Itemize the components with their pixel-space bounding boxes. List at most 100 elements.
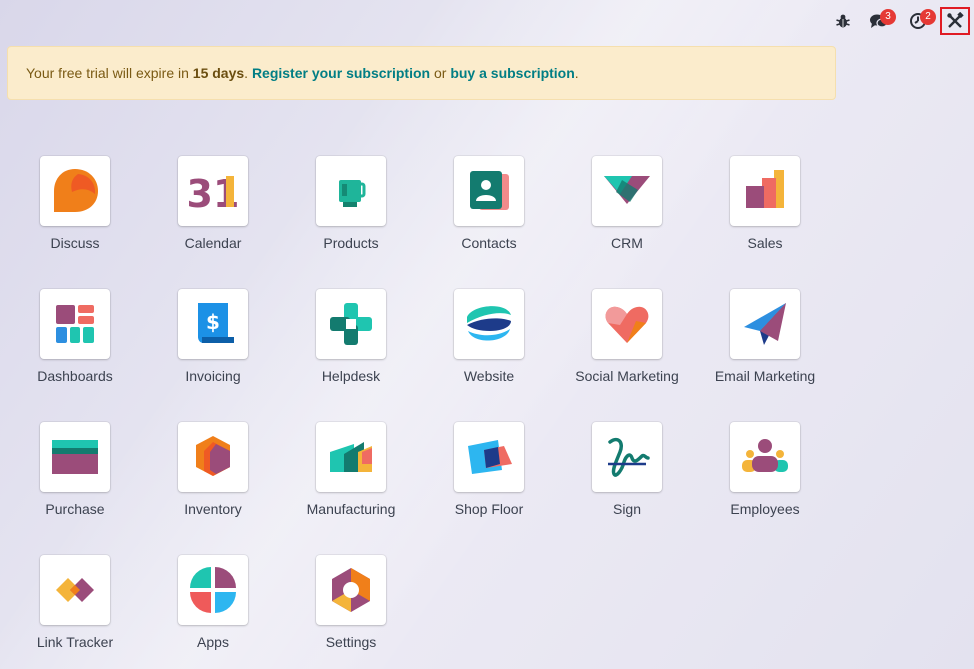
dashboards-icon (56, 305, 94, 343)
app-label: CRM (611, 235, 643, 251)
manufacturing-icon (330, 442, 372, 472)
app-sales[interactable]: Sales (696, 156, 834, 289)
app-inventory[interactable]: Inventory (144, 422, 282, 555)
app-icon-tile (40, 555, 110, 625)
banner-days: 15 days (192, 65, 245, 81)
trial-banner: Your free trial will expire in 15 days .… (7, 46, 836, 100)
app-website[interactable]: Website (420, 289, 558, 422)
sign-icon (608, 437, 650, 477)
employees-icon (742, 439, 788, 472)
tools-button[interactable] (940, 7, 970, 35)
social-marketing-icon (605, 306, 649, 343)
app-calendar[interactable]: 31 Calendar (144, 156, 282, 289)
app-label: Sign (612, 501, 642, 517)
crm-icon (604, 176, 650, 204)
svg-text:$: $ (206, 310, 220, 334)
banner-dot: . (244, 65, 252, 81)
app-icon-tile (592, 422, 662, 492)
app-label: Apps (197, 634, 229, 650)
banner-prefix: Your free trial will expire in (26, 65, 193, 81)
app-icon-tile (40, 289, 110, 359)
register-subscription-link[interactable]: Register your subscription (252, 65, 430, 81)
app-label: Contacts (461, 235, 517, 251)
messages-count-badge: 3 (880, 9, 896, 25)
tools-icon (947, 12, 964, 28)
app-sign[interactable]: Sign (558, 422, 696, 555)
app-label: Social Marketing (575, 368, 679, 384)
app-icon-tile (316, 156, 386, 226)
app-discuss[interactable]: Discuss (6, 156, 144, 289)
app-icon-tile (40, 422, 110, 492)
app-helpdesk[interactable]: Helpdesk (282, 289, 420, 422)
app-icon-tile (178, 422, 248, 492)
app-label: Settings (325, 634, 377, 650)
activities-count-badge: 2 (920, 9, 936, 25)
app-shop-floor[interactable]: Shop Floor (420, 422, 558, 555)
app-label: Helpdesk (321, 368, 381, 384)
app-label: Dashboards (37, 368, 113, 384)
buy-subscription-link[interactable]: buy a subscription (450, 65, 574, 81)
app-apps[interactable]: Apps (144, 555, 282, 669)
app-manufacturing[interactable]: Manufacturing (282, 422, 420, 555)
app-icon-tile (316, 422, 386, 492)
app-purchase[interactable]: Purchase (6, 422, 144, 555)
shop-floor-icon (468, 440, 512, 474)
app-label: Employees (730, 501, 800, 517)
bug-icon (836, 14, 850, 28)
products-icon (339, 180, 366, 207)
app-icon-tile (730, 156, 800, 226)
app-label: Calendar (184, 235, 242, 251)
app-invoicing[interactable]: $ Invoicing (144, 289, 282, 422)
banner-or: or (430, 65, 451, 81)
messages-button[interactable]: 3 (860, 8, 898, 34)
app-label: Shop Floor (454, 501, 524, 517)
app-icon-tile (454, 422, 524, 492)
app-contacts[interactable]: Contacts (420, 156, 558, 289)
app-icon-tile (592, 289, 662, 359)
app-icon-tile (40, 156, 110, 226)
invoicing-icon: $ (198, 303, 234, 343)
systray: 3 2 (826, 7, 970, 35)
contacts-icon (470, 171, 509, 210)
app-icon-tile (730, 289, 800, 359)
app-icon-tile: $ (178, 289, 248, 359)
app-icon-tile (454, 289, 524, 359)
app-icon-tile (730, 422, 800, 492)
debug-button[interactable] (826, 8, 860, 34)
app-icon-tile (454, 156, 524, 226)
app-grid: Discuss 31 Calendar Products Contacts CR… (6, 156, 834, 669)
activities-button[interactable]: 2 (898, 8, 938, 34)
app-label: Invoicing (185, 368, 241, 384)
app-label: Sales (747, 235, 783, 251)
app-icon-tile (592, 156, 662, 226)
settings-icon (332, 568, 370, 612)
app-link-tracker[interactable]: Link Tracker (6, 555, 144, 669)
apps-icon (190, 567, 236, 613)
email-marketing-icon (744, 303, 786, 345)
app-label: Discuss (50, 235, 100, 251)
app-label: Purchase (45, 501, 105, 517)
app-icon-tile (178, 555, 248, 625)
link-tracker-icon (56, 578, 94, 602)
calendar-icon: 31 (187, 172, 240, 216)
banner-dot-end: . (574, 65, 579, 81)
app-employees[interactable]: Employees (696, 422, 834, 555)
sales-icon (746, 170, 784, 208)
app-products[interactable]: Products (282, 156, 420, 289)
app-label: Manufacturing (306, 501, 396, 517)
app-settings[interactable]: Settings (282, 555, 420, 669)
app-icon-tile (316, 555, 386, 625)
discuss-icon (54, 169, 98, 212)
inventory-icon (196, 436, 230, 476)
app-label: Inventory (184, 501, 242, 517)
app-icon-tile: 31 (178, 156, 248, 226)
app-label: Link Tracker (36, 634, 114, 650)
app-email-marketing[interactable]: Email Marketing (696, 289, 834, 422)
app-social-marketing[interactable]: Social Marketing (558, 289, 696, 422)
purchase-icon (52, 440, 98, 474)
helpdesk-icon (330, 303, 372, 345)
app-crm[interactable]: CRM (558, 156, 696, 289)
app-dashboards[interactable]: Dashboards (6, 289, 144, 422)
app-label: Website (463, 368, 515, 384)
app-label: Products (323, 235, 379, 251)
